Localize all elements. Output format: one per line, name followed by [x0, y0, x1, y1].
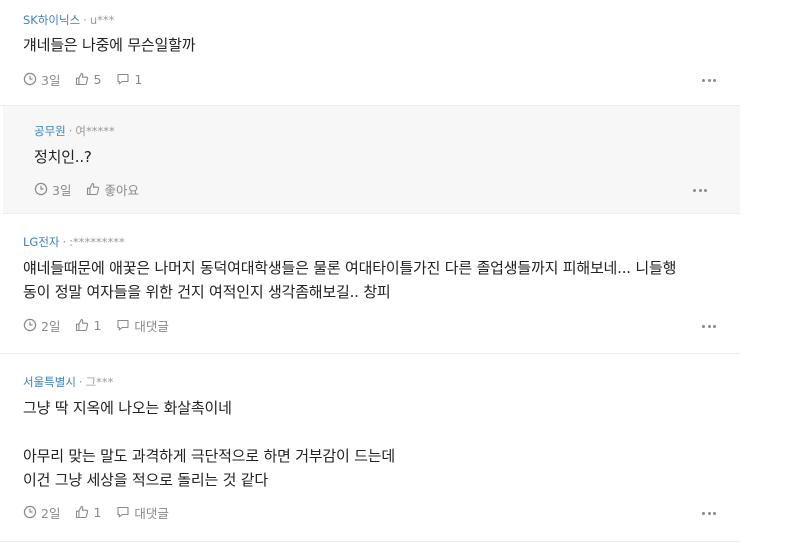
more-options-icon[interactable]: [702, 77, 716, 83]
clock-icon: [34, 182, 48, 196]
time-stamp: 2일: [23, 503, 60, 522]
author-name: 그***: [85, 375, 114, 389]
time-stamp: 3일: [23, 70, 60, 89]
meta-separator: ·: [62, 235, 67, 249]
company-link[interactable]: 공무원: [34, 124, 66, 138]
company-link[interactable]: LG전자: [23, 235, 59, 249]
comment-meta: LG전자 · :*********: [23, 235, 125, 249]
like-button[interactable]: 1: [75, 505, 101, 520]
like-count: 1: [93, 504, 102, 520]
company-link[interactable]: 서울특별시: [23, 375, 76, 389]
reply-count: 1: [134, 71, 143, 87]
comment-meta: SK하이닉스 · u***: [23, 13, 114, 27]
comment-text: 얘네들때문에 애꿎은 나머지 동덕여대학생들은 물론 여대타이틀가진 다른 졸업…: [23, 259, 677, 301]
comment-text: 정치인..?: [34, 148, 92, 166]
time-stamp: 2일: [23, 316, 60, 335]
reply-label: 대댓글: [134, 505, 169, 521]
meta-separator: ·: [68, 124, 73, 138]
speech-bubble-icon: [117, 506, 129, 518]
author-name: 여*****: [75, 124, 115, 138]
reply-button[interactable]: 대댓글: [116, 503, 169, 522]
time-label: 3일: [52, 182, 72, 198]
author-name: u***: [89, 13, 115, 27]
clock-icon: [23, 72, 37, 86]
thumbs-up-icon: [87, 183, 100, 196]
comment-actions: 3일 5 1: [23, 70, 157, 89]
clock-icon: [23, 318, 37, 332]
more-options-icon[interactable]: [702, 323, 716, 329]
speech-bubble-icon: [117, 73, 129, 85]
author-name: :*********: [69, 235, 125, 249]
comment-item: LG전자 · :********* 얘네들때문에 애꿎은 나머지 동덕여대학생들…: [0, 214, 740, 354]
time-label: 2일: [41, 318, 61, 334]
comment-actions: 3일 좋아요: [34, 180, 154, 199]
time-stamp: 3일: [34, 180, 71, 199]
like-label: 좋아요: [104, 182, 139, 198]
like-button[interactable]: 좋아요: [86, 180, 139, 199]
like-count: 5: [93, 71, 102, 87]
time-label: 2일: [41, 505, 61, 521]
reply-button[interactable]: 대댓글: [116, 316, 169, 335]
comment-actions: 2일 1 대댓글: [23, 316, 184, 335]
clock-icon: [23, 505, 37, 519]
like-button[interactable]: 1: [75, 318, 101, 333]
comment-text: 걔네들은 나중에 무슨일할까: [23, 36, 196, 54]
meta-separator: ·: [83, 13, 87, 27]
comment-text: 그냥 딱 지옥에 나오는 화살촉이네 아무리 맞는 말도 과격하게 극단적으로 …: [23, 399, 395, 489]
more-options-icon[interactable]: [693, 187, 707, 193]
more-options-icon[interactable]: [702, 510, 716, 516]
like-count: 1: [93, 317, 102, 333]
thumbs-up-icon: [76, 319, 89, 332]
meta-separator: ·: [78, 375, 83, 389]
speech-bubble-icon: [117, 319, 129, 331]
comment-meta: 공무원 · 여*****: [34, 124, 115, 138]
comment-feed: SK하이닉스 · u*** 걔네들은 나중에 무슨일할까 3일 5 1 공무원 …: [0, 0, 740, 542]
comment-item: SK하이닉스 · u*** 걔네들은 나중에 무슨일할까 3일 5 1: [0, 0, 740, 106]
like-button[interactable]: 5: [75, 72, 101, 87]
comment-item: 서울특별시 · 그*** 그냥 딱 지옥에 나오는 화살촉이네 아무리 맞는 말…: [0, 354, 740, 542]
reply-label: 대댓글: [134, 318, 169, 334]
comment-meta: 서울특별시 · 그***: [23, 375, 113, 389]
time-label: 3일: [41, 72, 61, 88]
reply-button[interactable]: 1: [116, 72, 142, 87]
company-link[interactable]: SK하이닉스: [23, 13, 80, 27]
comment-actions: 2일 1 대댓글: [23, 503, 184, 522]
thumbs-up-icon: [76, 506, 89, 519]
reply-item: 공무원 · 여***** 정치인..? 3일 좋아요: [3, 106, 740, 214]
thumbs-up-icon: [76, 73, 89, 86]
